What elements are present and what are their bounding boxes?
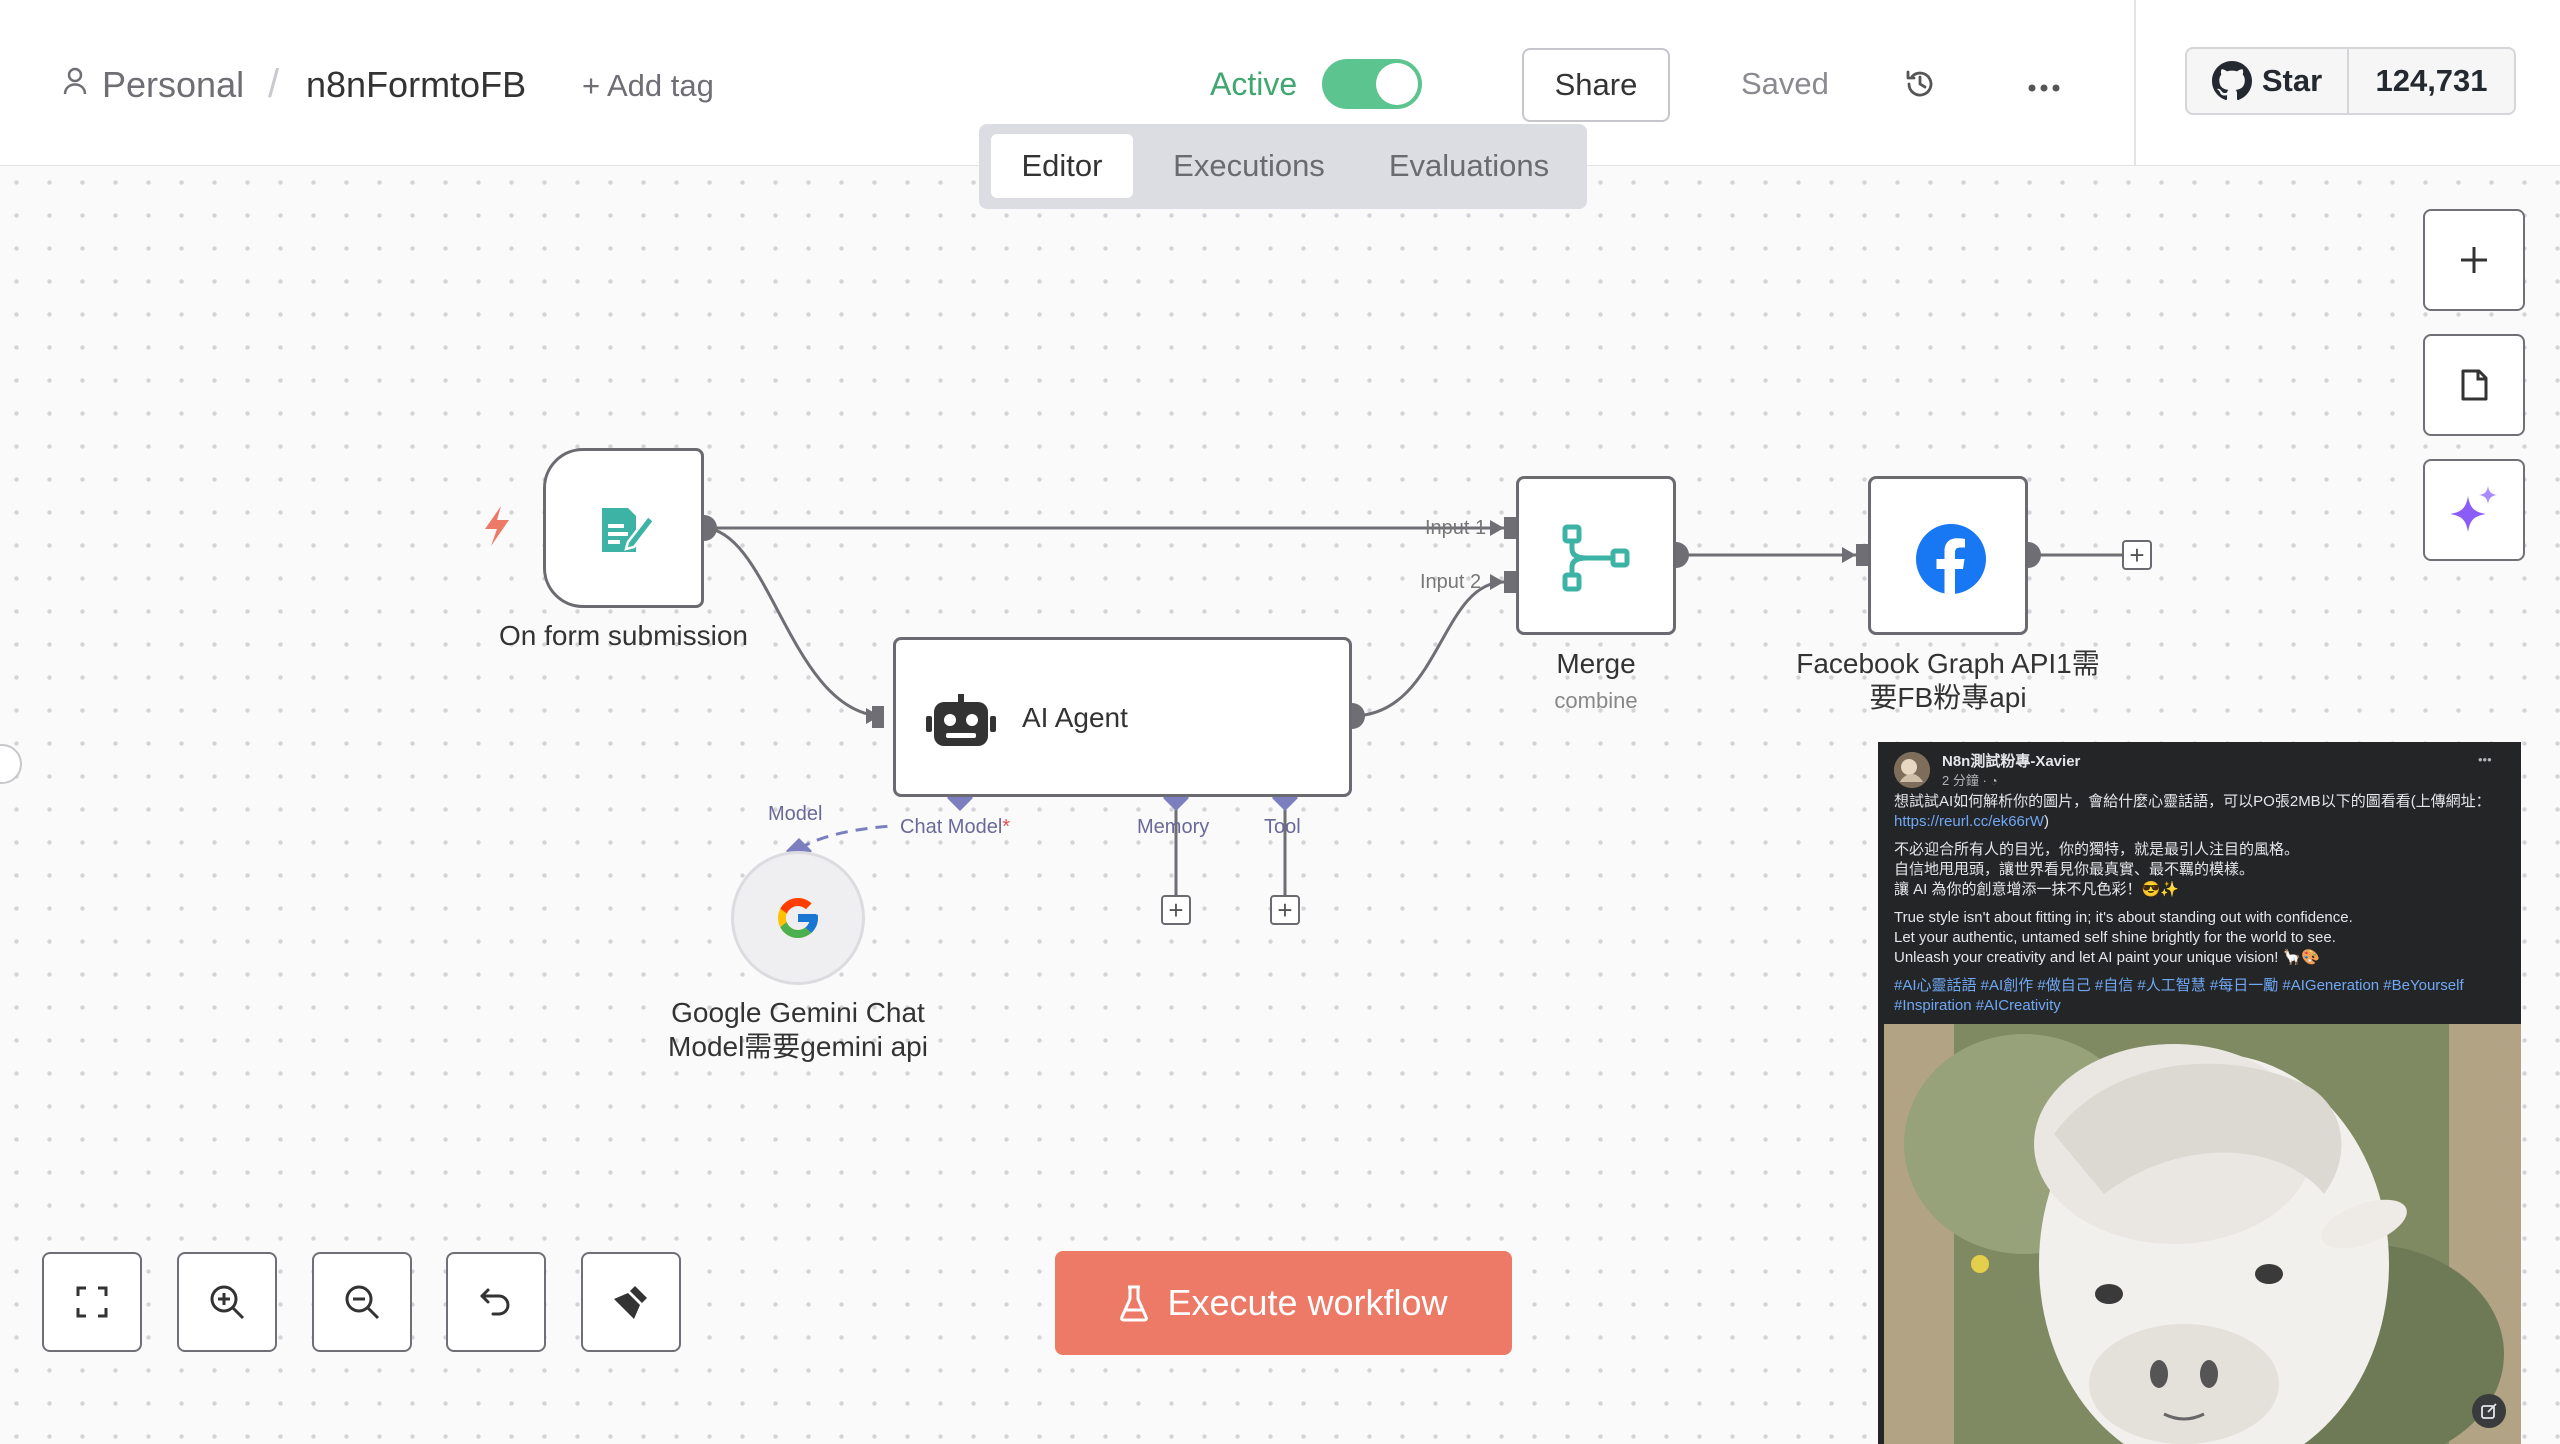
tidy-up-button[interactable] [581, 1252, 681, 1352]
add-node-after-facebook-button[interactable]: + [2122, 540, 2152, 570]
form-icon [594, 498, 656, 560]
connection-gemini-agent[interactable] [798, 824, 894, 851]
node-facebook-label: Facebook Graph API1需 要FB粉專api [1796, 648, 2100, 713]
plus-icon [2457, 243, 2491, 277]
gemini-model-label: Model [768, 803, 823, 825]
execute-workflow-button[interactable]: Execute workflow [1055, 1251, 1512, 1355]
facebook-post-preview: N8n測試粉專-Xavier 2 分鐘 · ◔ ••• 想試試AI如何解析你的圖… [1878, 742, 2521, 1444]
undo-icon [478, 1284, 514, 1320]
post-more-icon[interactable]: ••• [2478, 752, 2492, 767]
zoom-out-icon [343, 1283, 381, 1321]
post-para2-line3: 讓 AI 為你的創意增添一抹不凡色彩！😎✨ [1894, 881, 2179, 898]
note-icon [2456, 367, 2492, 403]
zoom-out-button[interactable] [312, 1252, 412, 1352]
ai-assistant-button[interactable] [2423, 459, 2525, 561]
add-node-button[interactable] [2423, 209, 2525, 311]
post-hashtags-line1: #AI心靈話語 #AI創作 #做自己 #自信 #人工智慧 #每日一勵 #AIGe… [1894, 977, 2464, 994]
reset-zoom-button[interactable] [446, 1252, 546, 1352]
post-para3-line1: True style isn't about fitting in; it's … [1894, 909, 2353, 926]
zoom-in-icon [208, 1283, 246, 1321]
edit-icon[interactable] [2472, 1394, 2506, 1428]
node-gemini[interactable] [731, 851, 865, 985]
page-avatar [1894, 752, 1930, 788]
tool-label: Tool [1264, 816, 1301, 838]
zoom-in-button[interactable] [177, 1252, 277, 1352]
merge-input1-handle[interactable] [1504, 517, 1516, 539]
node-merge[interactable] [1516, 476, 1676, 635]
node-agent-label: AI Agent [1022, 702, 1128, 733]
facebook-input-handle[interactable] [1856, 544, 1868, 566]
post-image [1884, 1024, 2521, 1444]
execute-workflow-label: Execute workflow [1167, 1282, 1448, 1323]
node-facebook[interactable] [1868, 476, 2028, 635]
post-hashtags-line2: #Inspiration #AICreativity [1894, 997, 2061, 1014]
memory-label: Memory [1137, 816, 1210, 838]
node-merge-sublabel: combine [1554, 688, 1638, 713]
fullscreen-icon [74, 1284, 110, 1320]
merge-input2-handle[interactable] [1504, 571, 1516, 593]
facebook-icon [1916, 524, 1986, 594]
node-form-label: On form submission [499, 620, 748, 651]
node-gemini-label: Google Gemini Chat Model需要gemini api [668, 997, 928, 1062]
flask-icon [1119, 1284, 1149, 1322]
fit-view-button[interactable] [42, 1252, 142, 1352]
node-merge-label: Merge [1556, 648, 1636, 679]
node-ai-agent[interactable]: AI Agent [893, 637, 1352, 797]
connection-agent-merge[interactable] [1351, 580, 1505, 718]
chat-model-label: Chat Model* [900, 816, 1011, 838]
post-body: 想試試AI如何解析你的圖片，會給什麼心靈話語，可以PO張2MB以下的圖看看(上傳… [1894, 792, 2504, 1016]
post-upload-link: https://reurl.cc/ek66rW [1894, 813, 2045, 830]
broom-icon [611, 1282, 651, 1322]
google-icon [774, 894, 822, 942]
post-para3-line3: Unleash your creativity and let AI paint… [1894, 949, 2320, 966]
sparkle-icon [2448, 484, 2500, 536]
trigger-bolt-icon [485, 506, 509, 546]
add-tool-button[interactable]: + [1270, 895, 1300, 925]
merge-icon [1561, 523, 1633, 593]
merge-input1-label: Input 1 [1425, 517, 1487, 539]
post-page-name[interactable]: N8n測試粉專-Xavier [1942, 750, 2080, 771]
merge-input2-label: Input 2 [1420, 571, 1482, 593]
node-form-trigger[interactable] [543, 448, 704, 608]
post-para2-line1: 不必迎合所有人的目光，你的獨特，就是最引人注目的風格。 [1894, 841, 2300, 858]
robot-icon [926, 694, 996, 748]
add-memory-button[interactable]: + [1161, 895, 1191, 925]
sticky-note-button[interactable] [2423, 334, 2525, 436]
post-para3-line2: Let your authentic, untamed self shine b… [1894, 929, 2336, 946]
post-para2-line2: 自信地甩甩頭，讓世界看見你最真實、最不羈的模樣。 [1894, 861, 2255, 878]
post-para1: 想試試AI如何解析你的圖片，會給什麼心靈話語，可以PO張2MB以下的圖看看(上傳… [1894, 793, 2491, 810]
post-time: 2 分鐘 · ◔ [1942, 773, 1998, 788]
globe-icon: ◔ [1990, 774, 1998, 788]
